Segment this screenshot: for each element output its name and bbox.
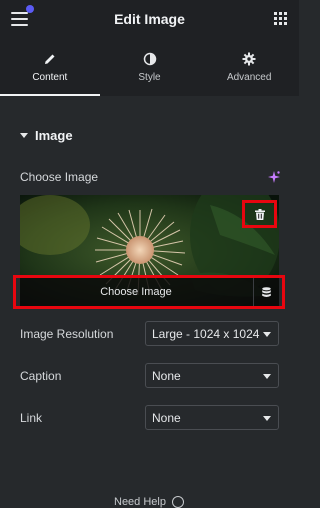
ai-sparkle-icon[interactable] bbox=[268, 171, 280, 183]
link-select[interactable]: None bbox=[145, 405, 279, 430]
select-value: None bbox=[152, 368, 181, 383]
select-value: Large - 1024 x 1024 bbox=[152, 326, 260, 341]
gear-icon bbox=[242, 52, 256, 65]
choose-image-label: Choose Image bbox=[20, 170, 99, 184]
notification-dot bbox=[26, 5, 34, 13]
tab-style[interactable]: Style bbox=[100, 38, 200, 96]
need-help-label: Need Help bbox=[114, 496, 166, 508]
panel-tabs: Content Style Advanced bbox=[0, 38, 299, 96]
page-title: Edit Image bbox=[114, 11, 185, 27]
image-resolution-select[interactable]: Large - 1024 x 1024 bbox=[145, 321, 279, 346]
tab-label: Style bbox=[138, 71, 161, 83]
caret-down-icon bbox=[20, 133, 28, 138]
caption-label: Caption bbox=[20, 369, 62, 383]
help-circle-icon bbox=[171, 496, 184, 508]
tab-content[interactable]: Content bbox=[0, 38, 100, 96]
chevron-down-icon bbox=[263, 416, 271, 421]
pencil-icon bbox=[44, 54, 55, 64]
contrast-icon bbox=[143, 52, 156, 65]
select-value: None bbox=[152, 410, 181, 425]
tab-label: Content bbox=[32, 71, 68, 83]
link-label: Link bbox=[20, 411, 43, 425]
need-help-link[interactable]: Need Help bbox=[114, 496, 184, 508]
widgets-grid-button[interactable] bbox=[274, 12, 287, 25]
section-toggle-image[interactable]: Image bbox=[20, 128, 73, 143]
delete-image-button[interactable] bbox=[242, 200, 277, 228]
tab-advanced[interactable]: Advanced bbox=[199, 38, 299, 96]
chevron-down-icon bbox=[263, 332, 271, 337]
choose-image-highlight bbox=[13, 275, 285, 309]
chevron-down-icon bbox=[263, 374, 271, 379]
panel-header: Edit Image bbox=[0, 0, 299, 38]
hamburger-menu-button[interactable] bbox=[10, 5, 34, 28]
image-resolution-label: Image Resolution bbox=[20, 327, 114, 341]
trash-icon bbox=[254, 208, 265, 220]
caption-select[interactable]: None bbox=[145, 363, 279, 388]
tab-label: Advanced bbox=[226, 71, 272, 83]
section-title: Image bbox=[35, 128, 73, 143]
